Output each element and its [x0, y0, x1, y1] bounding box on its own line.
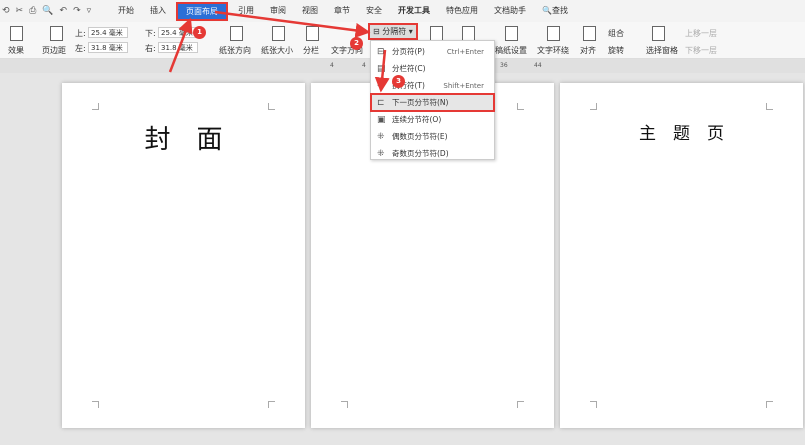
format-painter-icon[interactable]: ✂ — [16, 6, 24, 16]
ruler-tick: 44 — [534, 62, 542, 69]
step-badge: 3 — [392, 75, 405, 88]
menu-item-line-break[interactable]: ↵ 换行符(T) Shift+Enter — [371, 77, 494, 94]
bottom-margin-input[interactable]: 25.4 毫米 — [158, 27, 198, 38]
quick-access-toolbar: ⟲ ✂ ⎙ 🔍 ↶ ↷ ▿ — [0, 6, 110, 16]
print-preview-icon[interactable]: 🔍 — [42, 6, 53, 16]
top-margin-label: 上: — [75, 29, 86, 38]
tab-section[interactable]: 章节 — [326, 0, 358, 22]
margins-icon — [50, 26, 63, 41]
tab-home[interactable]: 开始 — [110, 0, 142, 22]
undo-icon[interactable]: ↶ — [60, 6, 68, 16]
grid-paper-icon — [505, 26, 518, 41]
page-title: 主 题 页 — [639, 124, 724, 144]
tab-bar: ⟲ ✂ ⎙ 🔍 ↶ ↷ ▿ 开始 插入 页面布局 引用 审阅 视图 章节 安全 … — [0, 0, 805, 22]
redo-icon[interactable]: ↷ — [73, 6, 81, 16]
bring-forward-button[interactable]: 上移一层 — [685, 28, 717, 39]
tab-security[interactable]: 安全 — [358, 0, 390, 22]
top-margin-input[interactable]: 25.4 毫米 — [88, 27, 128, 38]
page-title: 封 面 — [144, 125, 223, 155]
tab-doc-assistant[interactable]: 文档助手 — [486, 0, 534, 22]
line-numbers-icon — [430, 26, 443, 41]
next-page-section-icon: ⊏ — [377, 97, 385, 108]
right-margin-input[interactable]: 31.8 毫米 — [158, 42, 198, 53]
send-backward-button[interactable]: 下移一层 — [685, 45, 717, 56]
breaks-button[interactable]: ⊟ 分隔符 ▾ — [368, 23, 418, 40]
tab-features[interactable]: 特色应用 — [438, 0, 486, 22]
menu-item-odd-page-section-break[interactable]: ⁜ 奇数页分节符(D) — [371, 145, 494, 162]
tab-developer[interactable]: 开发工具 — [390, 0, 438, 22]
continuous-section-icon: ▣ — [377, 114, 386, 125]
ruler-tick: 4 — [330, 62, 334, 69]
even-section-icon: ⁜ — [377, 131, 385, 142]
step-badge: 2 — [350, 37, 363, 50]
orientation-icon — [230, 26, 243, 41]
group-button[interactable]: 组合 — [608, 28, 624, 39]
customize-icon[interactable]: ▿ — [87, 6, 92, 16]
columns-button[interactable]: 分栏 — [303, 45, 319, 56]
menu-item-even-page-section-break[interactable]: ⁜ 偶数页分节符(E) — [371, 128, 494, 145]
document-page[interactable]: 封 面 — [62, 83, 305, 428]
menu-item-column-break[interactable]: ▤ 分栏符(C) — [371, 60, 494, 77]
selection-pane-icon — [652, 26, 665, 41]
grid-paper-button[interactable]: 稿纸设置 — [495, 45, 527, 56]
margins-button[interactable]: 页边距 — [42, 45, 66, 56]
effects-button[interactable]: 效果 — [8, 45, 24, 56]
menu-item-page-break[interactable]: ⊟ 分页符(P) Ctrl+Enter — [371, 43, 494, 60]
page-break-icon: ⊟ — [377, 46, 385, 57]
wrap-text-button[interactable]: 文字环绕 — [537, 45, 569, 56]
menu-item-continuous-section-break[interactable]: ▣ 连续分节符(O) — [371, 111, 494, 128]
effects-icon — [10, 26, 23, 41]
odd-section-icon: ⁜ — [377, 148, 385, 159]
undo-history-icon[interactable]: ⟲ — [2, 6, 10, 16]
tab-page-layout[interactable]: 页面布局 — [176, 1, 228, 21]
align-button[interactable]: 对齐 — [580, 45, 596, 56]
paper-size-button[interactable]: 纸张大小 — [261, 45, 293, 56]
breaks-dropdown-menu: ⊟ 分页符(P) Ctrl+Enter ▤ 分栏符(C) ↵ 换行符(T) Shift+E… — [370, 40, 495, 160]
column-break-icon: ▤ — [377, 63, 386, 74]
ruler-tick: 4 — [362, 62, 366, 69]
orientation-button[interactable]: 纸张方向 — [219, 45, 251, 56]
step-badge: 1 — [193, 26, 206, 39]
bottom-margin-label: 下: — [145, 29, 156, 38]
tab-insert[interactable]: 插入 — [142, 0, 174, 22]
align-icon — [583, 26, 596, 41]
document-page[interactable]: 主 题 页 — [560, 83, 803, 428]
line-break-icon: ↵ — [377, 80, 385, 91]
wrap-text-icon — [547, 26, 560, 41]
left-margin-label: 左: — [75, 44, 86, 53]
page-border-icon — [462, 26, 475, 41]
tab-view[interactable]: 视图 — [294, 0, 326, 22]
search-tab[interactable]: 🔍查找 — [534, 0, 576, 22]
tab-references[interactable]: 引用 — [230, 0, 262, 22]
tab-review[interactable]: 审阅 — [262, 0, 294, 22]
columns-icon — [306, 26, 319, 41]
right-margin-label: 右: — [145, 44, 156, 53]
paper-size-icon — [272, 26, 285, 41]
rotate-button[interactable]: 旋转 — [608, 45, 624, 56]
print-icon[interactable]: ⎙ — [29, 6, 36, 16]
ruler-tick: 36 — [500, 62, 508, 69]
selection-pane-button[interactable]: 选择窗格 — [646, 45, 678, 56]
search-icon: 🔍 — [542, 6, 552, 15]
menu-item-next-page-section-break[interactable]: ⊏ 下一页分节符(N) — [370, 93, 495, 112]
left-margin-input[interactable]: 31.8 毫米 — [88, 42, 128, 53]
breaks-icon: ⊟ — [373, 27, 383, 36]
